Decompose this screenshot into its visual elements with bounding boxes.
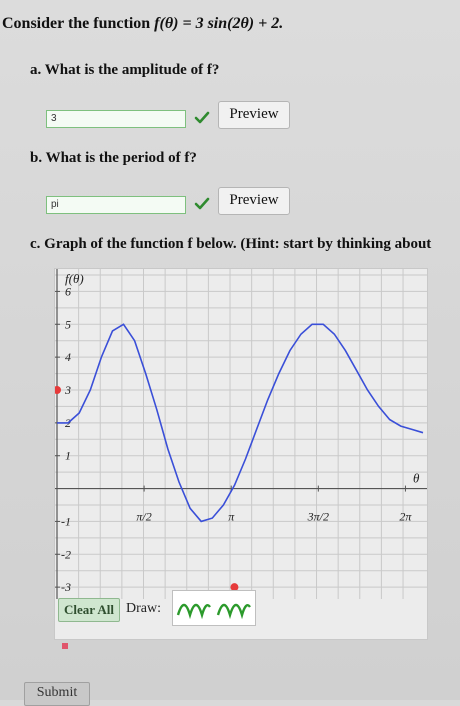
error-marker [62,643,68,649]
question-title: Consider the function f(θ) = 3 sin(2θ) +… [2,15,283,33]
submit-button[interactable]: Submit [24,682,90,706]
correct-check-icon [194,111,210,124]
clear-all-button[interactable]: Clear All [58,598,120,622]
x-tick-label: π/2 [136,510,151,524]
part-c-prompt: c. Graph of the function f below. (Hint:… [30,236,432,252]
sine-wave-tool-icon[interactable] [175,593,213,623]
part-b-prompt: b. What is the period of f? [30,150,197,166]
part-a-prompt: a. What is the amplitude of f? [30,62,220,78]
preview-button-b[interactable]: Preview [218,187,290,215]
amplitude-answer-input[interactable]: 3 [46,110,186,128]
x-axis-label: θ [413,471,420,486]
question-title-formula: f(θ) = 3 sin(2θ) + 2. [154,15,284,32]
draw-tools [172,590,256,626]
curve-point [53,386,61,394]
graph-toolbar: Clear All Draw: [54,590,426,636]
y-axis-label: f(θ) [65,271,84,286]
question-title-prefix: Consider the function [2,15,155,32]
page: Consider the function f(θ) = 3 sin(2θ) +… [0,0,460,706]
correct-check-icon [194,197,210,210]
y-tick-label: 6 [65,284,71,298]
y-tick-label: 1 [65,449,71,463]
x-tick-label: 2π [399,510,412,524]
graph-panel[interactable]: 6 5 4 3 2 1 -1 -2 -3 π/2 π 3π/2 2π f(θ) θ [53,268,428,640]
y-tick-label: -3 [61,580,71,594]
period-answer-input[interactable]: pi [46,196,186,214]
y-tick-label: 4 [65,350,71,364]
preview-button-a[interactable]: Preview [218,101,290,129]
y-tick-label: -1 [61,514,71,528]
x-tick-label: 3π/2 [307,510,329,524]
draw-label: Draw: [126,601,161,616]
y-tick-label: -2 [61,547,71,561]
function-graph[interactable]: 654321-1-2-3π/2 π 3π/2 2πf(θ)θ [53,269,427,599]
x-tick-label: π [228,510,235,524]
y-tick-label: 5 [65,317,71,331]
y-tick-label: 3 [64,383,71,397]
cosine-wave-tool-icon[interactable] [215,593,253,623]
